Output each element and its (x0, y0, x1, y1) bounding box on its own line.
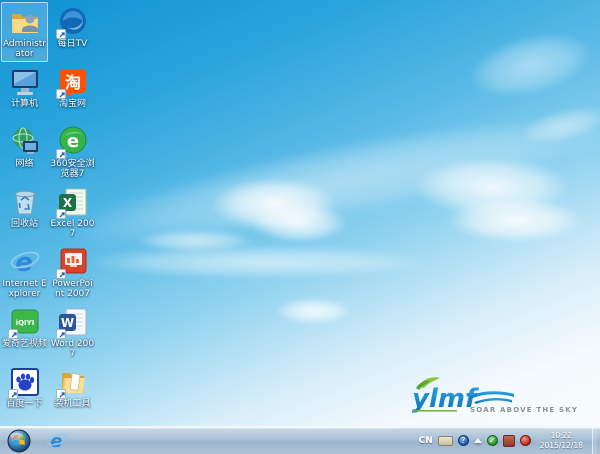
desktop-icon-grid: Administrator 每日TV 计算机 淘 淘宝网 网络 e 360安全浏… (1, 2, 96, 422)
shortcut-arrow-icon (55, 389, 66, 399)
desktop-icon-powerpoint[interactable]: PowerPoint 2007 (49, 242, 96, 302)
desktop-icon-360-browser[interactable]: e 360安全浏览器7 (49, 122, 96, 182)
taskbar: e CN ? ✓ 10:22 2015/12/18 (0, 426, 600, 454)
logo-subtext-line (413, 410, 457, 412)
wallpaper: ylmf SOAR ABOVE THE SKY Administrator 每日… (0, 0, 600, 426)
shortcut-arrow-icon (55, 89, 66, 99)
svg-text:e: e (66, 131, 78, 152)
shortcut-arrow-icon (7, 329, 18, 339)
desktop-icon-recycle-bin[interactable]: 回收站 (1, 182, 48, 242)
icon-label: 360安全浏览器7 (50, 159, 95, 180)
icon-label: Word 2007 (50, 339, 95, 360)
desktop-icon-meiri-tv[interactable]: 每日TV (49, 2, 96, 62)
desktop-icon-internet-explorer[interactable]: e Internet Explorer (1, 242, 48, 302)
desktop-icon-tools-folder[interactable]: 装机工具 (49, 362, 96, 422)
icon-label: PowerPoint 2007 (52, 279, 93, 300)
taskbar-ie-button[interactable]: e (42, 429, 72, 453)
ie-icon: e (9, 246, 41, 278)
desktop-icon-network[interactable]: 网络 (1, 122, 48, 182)
desktop-icon-computer[interactable]: 计算机 (1, 62, 48, 122)
user-folder-icon (9, 6, 41, 38)
recycle-bin-icon (9, 186, 41, 218)
icon-label: 计算机 (10, 99, 38, 109)
cloud (448, 198, 583, 242)
desktop-icon-word[interactable]: W Word 2007 (49, 302, 96, 362)
icon-label: 装机工具 (54, 399, 91, 409)
svg-text:淘: 淘 (64, 73, 80, 92)
security-tray-icon[interactable] (502, 434, 515, 447)
desktop-icon-iqiyi[interactable]: iQIYI 爱奇艺视频 (1, 302, 48, 362)
ylmf-logo: ylmf SOAR ABOVE THE SKY (404, 374, 579, 418)
svg-text:iQIYI: iQIYI (15, 319, 34, 327)
start-button[interactable] (4, 428, 34, 454)
show-hidden-icons-arrow[interactable] (473, 438, 482, 443)
clock-time: 10:22 (550, 431, 573, 441)
help-tray-icon[interactable]: ? (457, 435, 469, 446)
shortcut-arrow-icon (55, 329, 66, 339)
volume-tray-icon[interactable] (519, 435, 531, 446)
logo-tagline: SOAR ABOVE THE SKY (470, 406, 578, 414)
shortcut-arrow-icon (55, 269, 66, 279)
icon-label: Excel 2007 (50, 219, 95, 240)
icon-label: Internet Explorer (2, 279, 47, 300)
show-desktop-button[interactable] (592, 427, 597, 454)
svg-text:X: X (62, 196, 72, 210)
shortcut-arrow-icon (55, 209, 66, 219)
360-browser-icon: e (55, 126, 89, 159)
svg-text:W: W (60, 316, 73, 330)
word-icon: W (55, 306, 89, 339)
system-tray: CN ? ✓ 10:22 2015/12/18 (419, 427, 600, 454)
cloud (252, 204, 347, 242)
tv-app-icon (55, 6, 89, 39)
input-method-icon[interactable] (437, 435, 453, 446)
desktop-icon-taobao[interactable]: 淘 淘宝网 (49, 62, 96, 122)
taskbar-clock[interactable]: 10:22 2015/12/18 (536, 431, 587, 450)
taobao-icon: 淘 (55, 66, 89, 99)
desktop-icon-administrator[interactable]: Administrator (1, 2, 48, 62)
desktop-icon-excel[interactable]: X Excel 2007 (49, 182, 96, 242)
ie-icon: e (47, 431, 67, 452)
cloud (88, 246, 428, 278)
clock-date: 2015/12/18 (539, 440, 583, 450)
icon-label: 每日TV (57, 39, 88, 49)
icon-label: 百度一下 (6, 399, 43, 409)
baidu-paw-icon (7, 366, 41, 399)
icon-label: Administrator (2, 39, 47, 60)
cloud (462, 21, 599, 109)
network-globe-icon (9, 126, 41, 158)
excel-icon: X (55, 186, 89, 219)
shortcut-arrow-icon (55, 149, 66, 159)
icon-label: 淘宝网 (58, 99, 86, 109)
language-indicator[interactable]: CN (419, 436, 433, 446)
shortcut-arrow-icon (55, 29, 66, 39)
cloud (276, 298, 351, 324)
shortcut-arrow-icon (7, 389, 18, 399)
folder-icon (55, 366, 89, 399)
icon-label: 回收站 (10, 219, 38, 229)
desktop-icon-baidu[interactable]: 百度一下 (1, 362, 48, 422)
windows-desktop-screen: ylmf SOAR ABOVE THE SKY Administrator 每日… (0, 0, 600, 454)
icon-label: 爱奇艺视频 (2, 339, 48, 349)
iqiyi-icon: iQIYI (7, 306, 41, 339)
computer-icon (9, 66, 41, 98)
icon-label: 网络 (15, 159, 34, 169)
antivirus-tray-icon[interactable]: ✓ (486, 435, 498, 446)
powerpoint-icon (55, 246, 89, 279)
